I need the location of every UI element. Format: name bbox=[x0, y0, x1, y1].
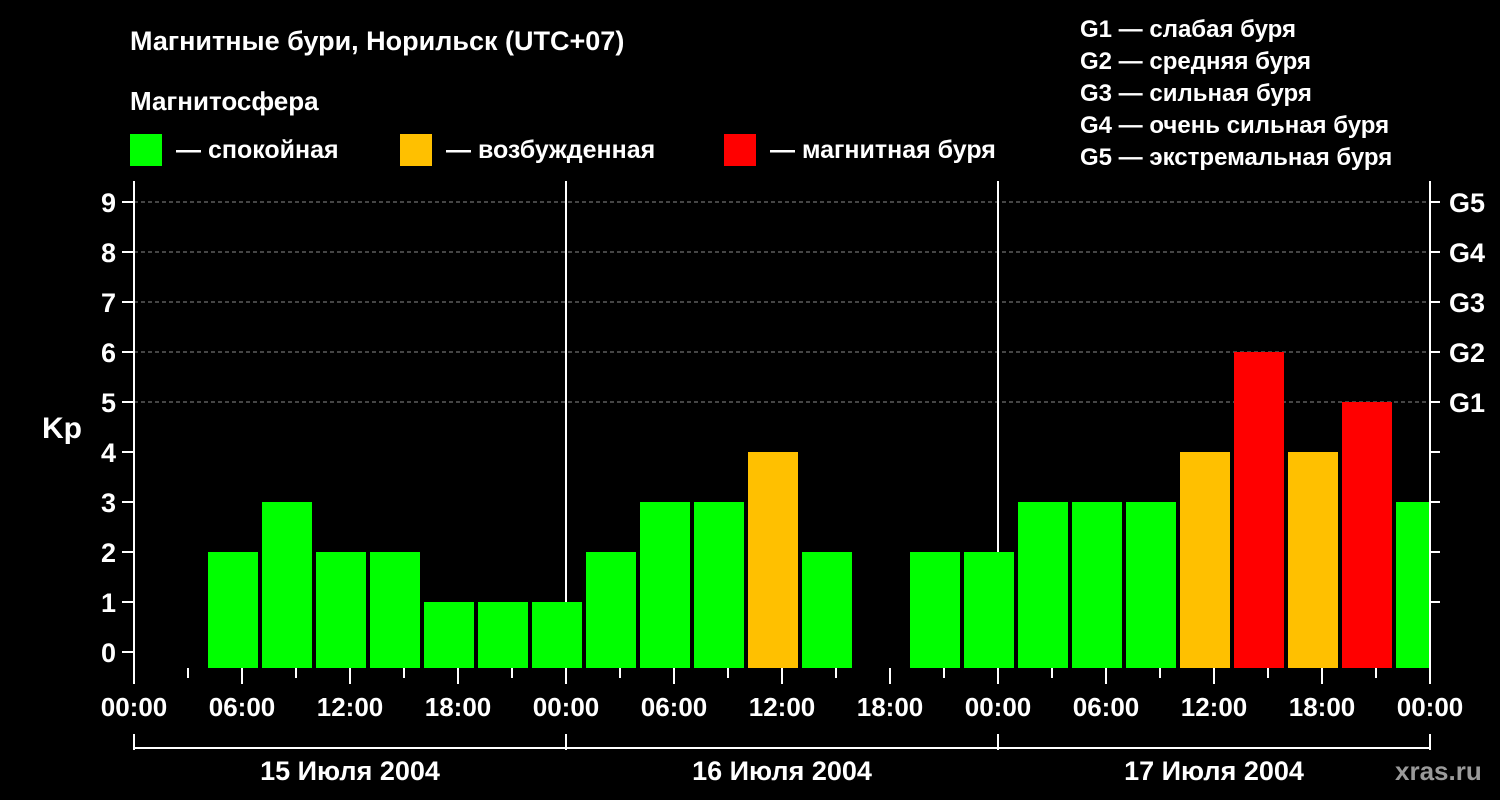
x-tick-label: 18:00 bbox=[857, 692, 924, 722]
bar bbox=[1234, 352, 1284, 668]
bar bbox=[1126, 502, 1176, 668]
storm-scale-g4: G4 — очень сильная буря bbox=[1080, 112, 1389, 139]
legend-swatch-active bbox=[400, 134, 432, 166]
bar bbox=[424, 602, 474, 668]
y-tick-label: 8 bbox=[101, 238, 116, 268]
legend-heading: Магнитосфера bbox=[130, 86, 319, 116]
bar bbox=[370, 552, 420, 668]
y-tick-label: 6 bbox=[101, 338, 116, 368]
bar bbox=[1018, 502, 1068, 668]
day-label: 16 Июля 2004 bbox=[692, 756, 872, 786]
x-tick-label: 12:00 bbox=[749, 692, 816, 722]
legend-label-active: — возбужденная bbox=[446, 136, 655, 164]
storm-scale-g2: G2 — средняя буря bbox=[1080, 48, 1311, 75]
x-tick-label: 12:00 bbox=[317, 692, 384, 722]
bar bbox=[1180, 452, 1230, 668]
bar bbox=[478, 602, 528, 668]
bar bbox=[532, 602, 582, 668]
legend-swatch-storm bbox=[724, 134, 756, 166]
x-tick-label: 06:00 bbox=[209, 692, 276, 722]
y-tick-label: 0 bbox=[101, 638, 116, 668]
right-tick-label: G5 bbox=[1449, 188, 1485, 218]
y-tick-label: 3 bbox=[101, 488, 116, 518]
bar bbox=[748, 452, 798, 668]
kp-chart: Магнитные бури, Норильск (UTC+07) Магнит… bbox=[42, 16, 1485, 786]
bar bbox=[802, 552, 852, 668]
y-tick-label: 4 bbox=[101, 438, 116, 468]
y-tick-label: 1 bbox=[101, 588, 116, 618]
right-tick-label: G3 bbox=[1449, 288, 1485, 318]
bar bbox=[910, 552, 960, 668]
bar bbox=[586, 552, 636, 668]
y-tick-label: 9 bbox=[101, 188, 116, 218]
day-label: 17 Июля 2004 bbox=[1124, 756, 1304, 786]
x-tick-label: 18:00 bbox=[1289, 692, 1356, 722]
x-tick-label: 00:00 bbox=[533, 692, 600, 722]
bar bbox=[1288, 452, 1338, 668]
storm-scale-g5: G5 — экстремальная буря bbox=[1080, 144, 1392, 171]
x-tick-label: 12:00 bbox=[1181, 692, 1248, 722]
watermark: xras.ru bbox=[1395, 756, 1482, 786]
storm-scale-g1: G1 — слабая буря bbox=[1080, 16, 1296, 43]
legend-swatch-quiet bbox=[130, 134, 162, 166]
y-tick-label: 2 bbox=[101, 538, 116, 568]
storm-scale-g3: G3 — сильная буря bbox=[1080, 80, 1312, 107]
y-axis-label: Kp bbox=[42, 412, 82, 445]
x-tick-label: 00:00 bbox=[101, 692, 168, 722]
y-tick-label: 5 bbox=[101, 388, 116, 418]
bar bbox=[1342, 402, 1392, 668]
right-tick-label: G4 bbox=[1449, 238, 1485, 268]
x-tick-label: 06:00 bbox=[641, 692, 708, 722]
bar bbox=[1072, 502, 1122, 668]
bar bbox=[262, 502, 312, 668]
x-tick-label: 18:00 bbox=[425, 692, 492, 722]
x-tick-label: 00:00 bbox=[965, 692, 1032, 722]
x-tick-label: 06:00 bbox=[1073, 692, 1140, 722]
day-label: 15 Июля 2004 bbox=[260, 756, 440, 786]
bar bbox=[316, 552, 366, 668]
y-tick-label: 7 bbox=[101, 288, 116, 318]
x-tick-label: 00:00 bbox=[1397, 692, 1464, 722]
right-tick-label: G1 bbox=[1449, 388, 1485, 418]
bar bbox=[208, 552, 258, 668]
legend-label-quiet: — спокойная bbox=[176, 136, 339, 164]
right-tick-label: G2 bbox=[1449, 338, 1485, 368]
legend-label-storm: — магнитная буря bbox=[770, 136, 996, 164]
bar bbox=[964, 552, 1014, 668]
bar bbox=[1396, 502, 1429, 668]
plot-area: 0 1 2 3 4 5 6 7 8 9 G1 G2 G3 G4 G5 00:00 06:00 12:00 18:00… bbox=[101, 181, 1485, 786]
bar bbox=[694, 502, 744, 668]
bar bbox=[640, 502, 690, 668]
chart-title: Магнитные бури, Норильск (UTC+07) bbox=[130, 26, 624, 56]
